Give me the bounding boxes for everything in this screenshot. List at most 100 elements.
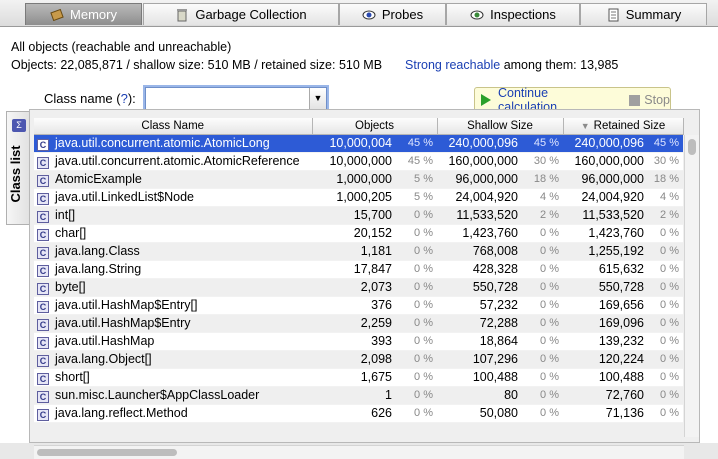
table-row[interactable]: Cchar[] 20,152 0 % 1,423,760 0 % 1,423,760 0 %	[34, 224, 683, 243]
table-row[interactable]: Csun.misc.Launcher$AppClassLoader 1 0 % 80 0…	[34, 386, 683, 405]
class-name-text: java.util.HashMap$Entry	[55, 315, 191, 330]
tab-probes[interactable]: Probes	[339, 3, 446, 25]
retained-size-cell: 1,255,192	[563, 242, 647, 261]
shallow-size-cell: 768,008	[437, 242, 521, 261]
objects-cell: 20,152	[312, 224, 395, 243]
retained-percent-cell: 0 %	[647, 404, 683, 423]
class-name-cell: Cjava.lang.Class	[34, 242, 312, 261]
table-row[interactable]: Cjava.util.concurrent.atomic.AtomicRefer…	[34, 152, 683, 171]
vertical-scrollbar[interactable]	[684, 135, 699, 437]
objects-percent-cell: 0 %	[395, 368, 437, 387]
tab-memory[interactable]: Memory	[25, 3, 142, 25]
retained-size-cell: 11,533,520	[563, 206, 647, 225]
class-name-cell: C AtomicExample	[34, 170, 312, 189]
class-name-cell: Cjava.lang.Object[]	[34, 350, 312, 369]
class-icon: C	[37, 372, 49, 385]
retained-size-cell: 72,760	[563, 386, 647, 405]
shallow-size-cell: 1,423,760	[437, 224, 521, 243]
shallow-percent-cell: 4 %	[521, 188, 563, 207]
class-name-combobox[interactable]: ▼	[145, 87, 327, 110]
retained-percent-cell: 0 %	[647, 350, 683, 369]
retained-percent-cell: 45 %	[647, 134, 683, 153]
shallow-size-cell: 57,232	[437, 296, 521, 315]
table-row[interactable]: Cjava.util.LinkedList$Node 1,000,205 5 % 24…	[34, 188, 683, 207]
tab-inspections[interactable]: Inspections	[446, 3, 580, 25]
objects-stats: Objects: 22,085,871 / shallow size: 510 …	[11, 58, 693, 72]
horizontal-scrollbar[interactable]	[34, 445, 684, 459]
shallow-percent-cell: 0 %	[521, 224, 563, 243]
retained-percent-cell: 18 %	[647, 170, 683, 189]
class-icon: C	[37, 192, 49, 205]
table-row[interactable]: Cjava.lang.Object[] 2,098 0 % 107,296 0 % 120…	[34, 350, 683, 369]
class-name-cell: Cjava.util.HashMap$Entry[]	[34, 296, 312, 315]
eye-icon	[470, 8, 484, 22]
tab-inspections-label: Inspections	[490, 7, 556, 22]
tab-garbage-collection[interactable]: Garbage Collection	[143, 3, 339, 25]
shallow-percent-cell: 18 %	[521, 170, 563, 189]
class-icon: C	[37, 354, 49, 367]
shallow-size-cell: 550,728	[437, 278, 521, 297]
objects-cell: 393	[312, 332, 395, 351]
shallow-percent-cell: 0 %	[521, 278, 563, 297]
objects-percent-cell: 5 %	[395, 170, 437, 189]
strong-reachable-count: among them: 13,985	[500, 58, 619, 72]
class-name-text: java.util.HashMap	[55, 333, 155, 348]
column-header-retained-size[interactable]: ▼ Retained Size	[563, 118, 684, 135]
shallow-size-cell: 96,000,000	[437, 170, 521, 189]
retained-size-cell: 120,224	[563, 350, 647, 369]
class-name-text: sun.misc.Launcher$AppClassLoader	[55, 387, 260, 402]
retained-percent-cell: 0 %	[647, 314, 683, 333]
class-name-text: java.util.HashMap$Entry[]	[55, 297, 198, 312]
shallow-percent-cell: 0 %	[521, 242, 563, 261]
retained-size-cell: 550,728	[563, 278, 647, 297]
class-name-cell: Cjava.util.concurrent.atomic.AtomicRefer…	[34, 152, 312, 171]
table-row[interactable]: Cjava.util.concurrent.atomic.AtomicLong 1…	[34, 134, 683, 153]
tab-memory-label: Memory	[70, 7, 117, 22]
play-icon[interactable]	[481, 94, 491, 106]
objects-cell: 2,259	[312, 314, 395, 333]
table-row[interactable]: Cint[] 15,700 0 % 11,533,520 2 % 11,533,520 2 …	[34, 206, 683, 225]
table-row[interactable]: Cjava.util.HashMap 393 0 % 18,864 0 % 139,232…	[34, 332, 683, 351]
column-header-objects[interactable]: Objects	[312, 118, 438, 135]
memory-icon	[50, 8, 64, 22]
class-name-help-link[interactable]: ?	[121, 91, 128, 106]
class-name-cell: Cjava.util.LinkedList$Node	[34, 188, 312, 207]
table-row[interactable]: Cjava.lang.String 17,847 0 % 428,328 0 % 615,…	[34, 260, 683, 279]
objects-percent-cell: 5 %	[395, 188, 437, 207]
table-row[interactable]: Cjava.util.HashMap$Entry 2,259 0 % 72,288 0 …	[34, 314, 683, 333]
retained-percent-cell: 0 %	[647, 332, 683, 351]
chevron-down-icon[interactable]: ▼	[309, 88, 326, 109]
retained-size-cell: 615,632	[563, 260, 647, 279]
class-list-icon: Σ	[12, 119, 26, 132]
objects-cell: 2,073	[312, 278, 395, 297]
table-row[interactable]: Cjava.lang.Class 1,181 0 % 768,008 0 % 1,255,…	[34, 242, 683, 261]
strong-reachable-link[interactable]: Strong reachable	[405, 58, 500, 72]
horizontal-scroll-thumb[interactable]	[37, 449, 177, 456]
table-row[interactable]: Cbyte[] 2,073 0 % 550,728 0 % 550,728 0 %	[34, 278, 683, 297]
objects-percent-cell: 0 %	[395, 224, 437, 243]
tab-summary[interactable]: Summary	[580, 3, 707, 25]
shallow-percent-cell: 0 %	[521, 314, 563, 333]
class-name-text: java.lang.reflect.Method	[55, 405, 188, 420]
objects-percent-cell: 45 %	[395, 134, 437, 153]
retained-size-cell: 169,656	[563, 296, 647, 315]
table-row[interactable]: Cjava.util.HashMap$Entry[] 376 0 % 57,232 0 …	[34, 296, 683, 315]
stop-icon[interactable]	[629, 94, 641, 106]
column-header-shallow-size[interactable]: Shallow Size	[437, 118, 564, 135]
column-header-class-name[interactable]: Class Name	[34, 118, 313, 135]
tab-summary-label: Summary	[625, 7, 682, 22]
objects-cell: 10,000,000	[312, 152, 395, 171]
stop-link[interactable]: Stop	[644, 93, 670, 107]
objects-percent-cell: 0 %	[395, 314, 437, 333]
vertical-scroll-thumb[interactable]	[688, 139, 696, 155]
table-row[interactable]: Cshort[] 1,675 0 % 100,488 0 % 100,488 0 %	[34, 368, 683, 387]
table-row[interactable]: C AtomicExample 1,000,000 5 % 96,000,000 18 %…	[34, 170, 683, 189]
retained-size-cell: 240,000,096	[563, 134, 647, 153]
side-tab-class-list[interactable]: Σ Class list	[6, 111, 29, 225]
retained-percent-cell: 4 %	[647, 188, 683, 207]
table-row[interactable]: Cjava.lang.reflect.Method 626 0 % 50,080 0 %…	[34, 404, 683, 423]
class-name-text: AtomicExample	[55, 171, 142, 186]
class-name-cell: Csun.misc.Launcher$AppClassLoader	[34, 386, 312, 405]
shallow-percent-cell: 30 %	[521, 152, 563, 171]
class-name-cell: Cint[]	[34, 206, 312, 225]
